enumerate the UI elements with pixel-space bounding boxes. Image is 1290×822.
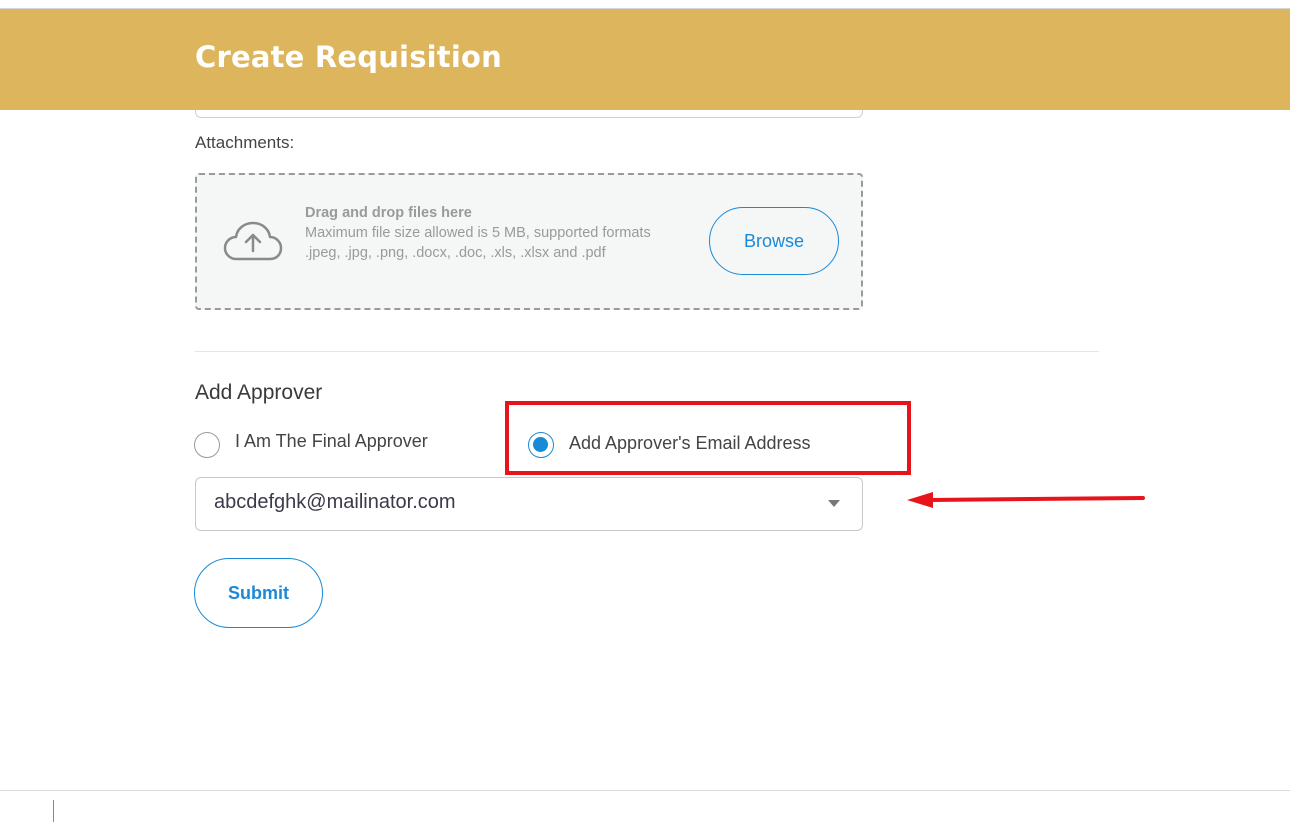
approver-email-value: abcdefghk@mailinator.com <box>214 491 456 513</box>
cloud-upload-icon <box>223 221 283 261</box>
chevron-down-icon[interactable] <box>828 500 840 507</box>
annotation-arrow-icon <box>907 492 1145 508</box>
window-top-border <box>0 0 1290 9</box>
section-divider <box>195 351 1099 352</box>
text-cursor <box>53 800 54 822</box>
radio-final-approver-label: I Am The Final Approver <box>235 430 428 451</box>
add-approver-heading: Add Approver <box>195 381 323 404</box>
dropzone-description: Maximum file size allowed is 5 MB, suppo… <box>305 225 651 261</box>
dropzone-text: Drag and drop files here Maximum file si… <box>305 203 675 263</box>
dropzone-title: Drag and drop files here <box>305 205 472 221</box>
browse-button[interactable]: Browse <box>709 207 839 275</box>
submit-button[interactable]: Submit <box>194 558 323 628</box>
annotation-highlight-box <box>505 401 911 475</box>
page-header: Create Requisition <box>0 9 1290 110</box>
file-dropzone[interactable]: Drag and drop files here Maximum file si… <box>195 173 863 310</box>
radio-final-approver[interactable]: I Am The Final Approver <box>194 430 428 458</box>
attachments-label: Attachments: <box>195 133 295 152</box>
approver-email-select[interactable]: abcdefghk@mailinator.com <box>195 477 863 531</box>
radio-button-unchecked[interactable] <box>194 432 220 458</box>
footer-divider <box>0 790 1290 791</box>
page-title: Create Requisition <box>195 40 502 74</box>
